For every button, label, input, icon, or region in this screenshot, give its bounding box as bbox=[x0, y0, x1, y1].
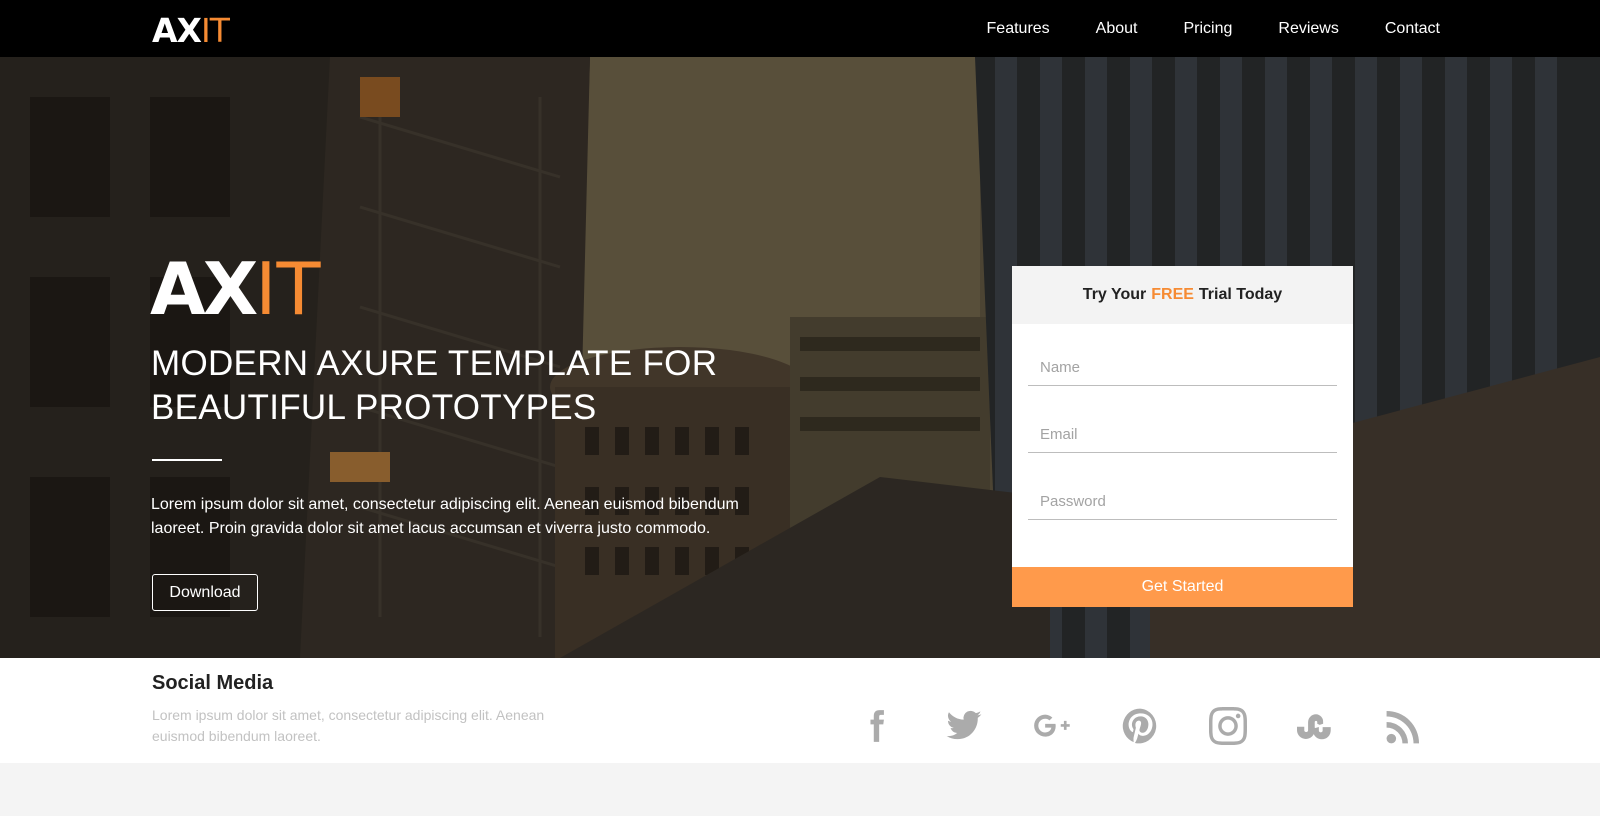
hero-title-line1: MODERN AXURE TEMPLATE FOR bbox=[151, 344, 718, 383]
nav-contact[interactable]: Contact bbox=[1385, 20, 1440, 38]
hero-logo-main: AX bbox=[150, 247, 258, 331]
hero-logo-accent: IT bbox=[255, 247, 321, 331]
get-started-button[interactable]: Get Started bbox=[1012, 567, 1353, 607]
social-description: Lorem ipsum dolor sit amet, consectetur … bbox=[152, 707, 545, 744]
twitter-icon[interactable] bbox=[920, 706, 1008, 746]
password-field[interactable] bbox=[1028, 484, 1337, 520]
logo-main: AX bbox=[152, 11, 202, 50]
trial-heading-free: FREE bbox=[1151, 286, 1194, 303]
download-button[interactable]: Download bbox=[152, 574, 258, 611]
hero-title-line2: BEAUTIFUL PROTOTYPES bbox=[151, 388, 597, 427]
stumbleupon-icon[interactable] bbox=[1272, 706, 1360, 746]
footer-band bbox=[0, 763, 1600, 816]
email-field[interactable] bbox=[1028, 417, 1337, 453]
trial-heading-before: Try Your bbox=[1082, 286, 1147, 303]
top-navbar: AXIT Features About Pricing Reviews Cont… bbox=[0, 0, 1600, 57]
rss-icon[interactable] bbox=[1360, 706, 1448, 746]
google-plus-icon[interactable] bbox=[1008, 706, 1096, 746]
hero-title: MODERN AXURE TEMPLATE FOR BEAUTIFUL PROT… bbox=[151, 342, 791, 430]
social-title: Social Media bbox=[152, 672, 274, 694]
nav-about[interactable]: About bbox=[1096, 20, 1138, 38]
nav-pricing[interactable]: Pricing bbox=[1183, 20, 1232, 38]
trial-heading: Try Your FREE Trial Today bbox=[1012, 266, 1353, 324]
trial-signup-card: Try Your FREE Trial Today Get Started bbox=[1012, 266, 1353, 607]
logo-accent: IT bbox=[200, 11, 230, 50]
instagram-icon[interactable] bbox=[1184, 706, 1272, 746]
nav-links: Features About Pricing Reviews Contact bbox=[987, 0, 1440, 57]
name-field[interactable] bbox=[1028, 350, 1337, 386]
facebook-icon[interactable] bbox=[832, 706, 920, 746]
hero-logo: AXIT bbox=[150, 250, 320, 328]
pinterest-icon[interactable] bbox=[1096, 706, 1184, 746]
nav-features[interactable]: Features bbox=[987, 20, 1050, 38]
hero-description: Lorem ipsum dolor sit amet, consectetur … bbox=[151, 496, 739, 537]
social-icons bbox=[832, 706, 1448, 746]
site-logo[interactable]: AXIT bbox=[152, 11, 230, 50]
trial-heading-after: Trial Today bbox=[1198, 286, 1283, 303]
nav-reviews[interactable]: Reviews bbox=[1278, 20, 1338, 38]
hero-divider bbox=[152, 459, 222, 461]
social-media-section: Social Media Lorem ipsum dolor sit amet,… bbox=[0, 658, 1600, 763]
hero-section: AXIT MODERN AXURE TEMPLATE FOR BEAUTIFUL… bbox=[0, 57, 1600, 658]
